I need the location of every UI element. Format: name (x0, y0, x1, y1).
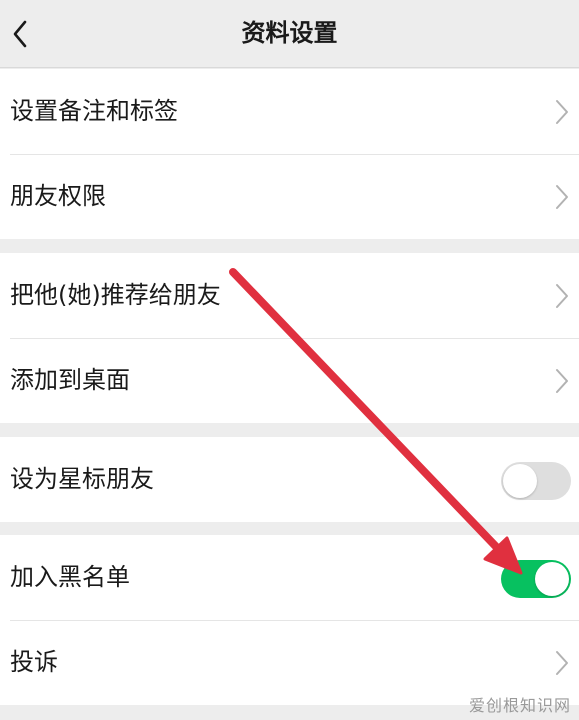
row-label: 设为星标朋友 (10, 465, 154, 493)
row-label: 添加到桌面 (10, 366, 130, 394)
toggle-knob (503, 464, 537, 498)
row-add-to-desktop[interactable]: 添加到桌面 (0, 338, 579, 423)
row-label: 设置备注和标签 (10, 97, 178, 125)
nav-header: 资料设置 (0, 0, 579, 68)
row-label: 把他(她)推荐给朋友 (10, 281, 221, 309)
row-set-remark-tags[interactable]: 设置备注和标签 (0, 69, 579, 154)
chevron-right-icon (556, 100, 568, 124)
blacklist-toggle[interactable] (501, 560, 571, 598)
row-friend-permissions[interactable]: 朋友权限 (0, 154, 579, 239)
row-label: 朋友权限 (10, 182, 106, 210)
settings-group-2: 把他(她)推荐给朋友 添加到桌面 (0, 253, 579, 423)
watermark-text: 爱创根知识网 (468, 696, 571, 715)
row-star-friend: 设为星标朋友 (0, 437, 579, 522)
settings-group-3: 设为星标朋友 (0, 437, 579, 522)
chevron-right-icon (556, 369, 568, 393)
row-blacklist: 加入黑名单 (0, 535, 579, 620)
page-title: 资料设置 (241, 19, 338, 47)
star-friend-toggle[interactable] (501, 462, 571, 500)
row-recommend-to-friends[interactable]: 把他(她)推荐给朋友 (0, 253, 579, 338)
chevron-right-icon (556, 651, 568, 675)
chevron-right-icon (556, 284, 568, 308)
chevron-right-icon (556, 185, 568, 209)
toggle-knob (535, 562, 569, 596)
row-label: 加入黑名单 (10, 563, 130, 591)
settings-group-1: 设置备注和标签 朋友权限 (0, 69, 579, 239)
settings-group-4: 加入黑名单 投诉 (0, 535, 579, 705)
row-label: 投诉 (10, 648, 58, 676)
